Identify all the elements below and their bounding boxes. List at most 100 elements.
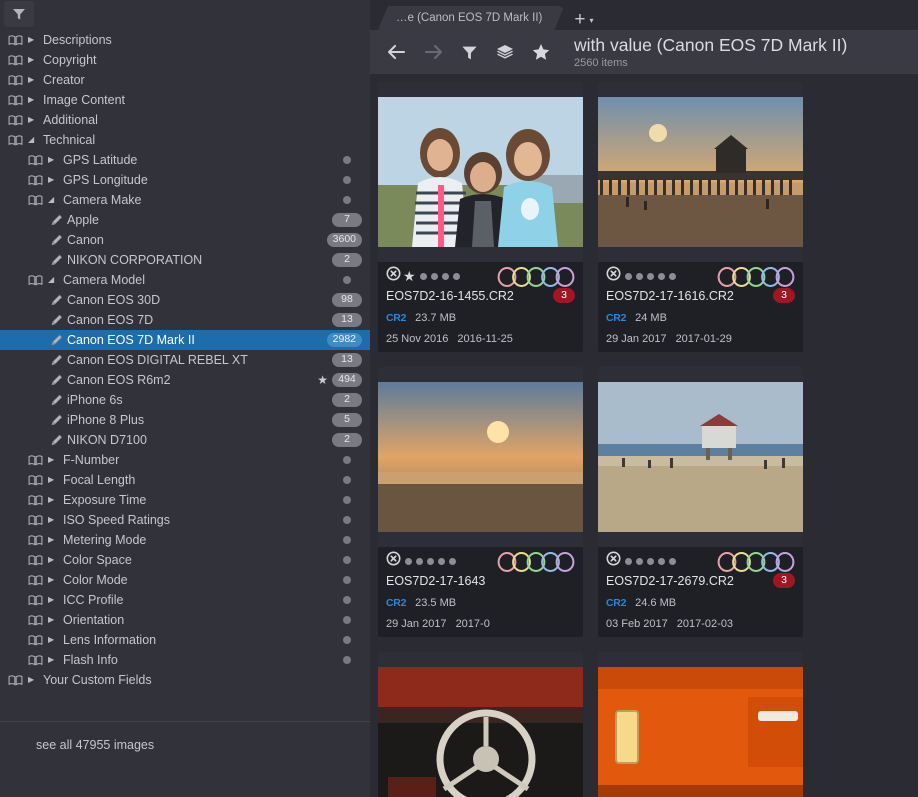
triangle-right-icon[interactable]: ▶ bbox=[48, 496, 58, 504]
chevron-down-icon[interactable]: ▾ bbox=[589, 16, 593, 25]
tree-item-technical[interactable]: ◢ Technical bbox=[0, 130, 370, 150]
triangle-right-icon[interactable]: ▶ bbox=[48, 456, 58, 464]
rating-dot[interactable] bbox=[438, 557, 445, 565]
rating-dot[interactable] bbox=[647, 272, 654, 280]
tree-item-exposure-time[interactable]: ▶ Exposure Time bbox=[0, 490, 370, 510]
star-button[interactable] bbox=[524, 35, 558, 69]
tree-item-metering-mode[interactable]: ▶ Metering Mode bbox=[0, 530, 370, 550]
star-icon[interactable]: ★ bbox=[403, 269, 416, 283]
tree-item-nikon-d7100[interactable]: NIKON D7100 2 bbox=[0, 430, 370, 450]
triangle-right-icon[interactable]: ▶ bbox=[48, 176, 58, 184]
tree-item-orientation[interactable]: ▶ Orientation bbox=[0, 610, 370, 630]
triangle-right-icon[interactable]: ▶ bbox=[48, 536, 58, 544]
thumbnail-card[interactable]: EOS7D2-17-1616.CR2 3 CR2 24 MB 29 Jan 2017 20… bbox=[598, 82, 803, 352]
tree-item-flash-info[interactable]: ▶ Flash Info bbox=[0, 650, 370, 670]
triangle-right-icon[interactable]: ▶ bbox=[28, 56, 38, 64]
tree-item-additional[interactable]: ▶ Additional bbox=[0, 110, 370, 130]
version-count-badge[interactable]: 3 bbox=[553, 288, 575, 303]
rating-control[interactable] bbox=[386, 551, 456, 571]
tab-active[interactable]: …e (Canon EOS 7D Mark II) bbox=[378, 6, 564, 30]
thumbnail-image[interactable] bbox=[598, 367, 803, 547]
thumbnail-card[interactable]: EOS7D2-17-1643 CR2 23.5 MB 29 Jan 2017 2017-… bbox=[378, 367, 583, 637]
thumbnail-image[interactable] bbox=[378, 652, 583, 797]
thumbnail-card[interactable]: ★ EOS7D2-16-1455.CR2 3 CR2 23.7 MB 25 Nov 201… bbox=[378, 82, 583, 352]
rating-dot[interactable] bbox=[430, 272, 438, 280]
thumbnail-image[interactable] bbox=[378, 82, 583, 262]
circle-x-icon[interactable] bbox=[386, 266, 401, 286]
triangle-right-icon[interactable]: ▶ bbox=[28, 36, 38, 44]
tree-item-iso-speed-ratings[interactable]: ▶ ISO Speed Ratings bbox=[0, 510, 370, 530]
rating-dot[interactable] bbox=[427, 557, 434, 565]
tree-item-canon-eos-7d-mark-ii[interactable]: Canon EOS 7D Mark II 2982 bbox=[0, 330, 370, 350]
rating-dot[interactable] bbox=[405, 557, 412, 565]
version-count-badge[interactable]: 3 bbox=[773, 288, 795, 303]
layers-button[interactable] bbox=[488, 35, 522, 69]
back-button[interactable] bbox=[380, 35, 414, 69]
rating-dot[interactable] bbox=[658, 557, 665, 565]
tree-item-lens-information[interactable]: ▶ Lens Information bbox=[0, 630, 370, 650]
tree-item-color-space[interactable]: ▶ Color Space bbox=[0, 550, 370, 570]
rating-row[interactable] bbox=[606, 266, 795, 287]
triangle-right-icon[interactable]: ▶ bbox=[48, 516, 58, 524]
tree-item-apple[interactable]: Apple 7 bbox=[0, 210, 370, 230]
circle-x-icon[interactable] bbox=[606, 266, 621, 286]
circle-x-icon[interactable] bbox=[606, 551, 621, 571]
tree-item-focal-length[interactable]: ▶ Focal Length bbox=[0, 470, 370, 490]
thumbnail-image[interactable] bbox=[598, 82, 803, 262]
rating-dot[interactable] bbox=[669, 557, 676, 565]
new-tab-control[interactable]: + ▾ bbox=[574, 10, 593, 29]
tree-item-nikon-corporation[interactable]: NIKON CORPORATION 2 bbox=[0, 250, 370, 270]
triangle-right-icon[interactable]: ▶ bbox=[28, 96, 38, 104]
triangle-right-icon[interactable]: ▶ bbox=[28, 676, 38, 684]
triangle-right-icon[interactable]: ▶ bbox=[48, 596, 58, 604]
rating-dot[interactable] bbox=[416, 557, 423, 565]
plus-icon[interactable]: + bbox=[574, 10, 585, 29]
rating-row[interactable]: ★ bbox=[386, 266, 575, 287]
tree-item-canon[interactable]: Canon 3600 bbox=[0, 230, 370, 250]
version-count-badge[interactable]: 3 bbox=[773, 573, 795, 588]
tree-item-your-custom-fields[interactable]: ▶ Your Custom Fields bbox=[0, 670, 370, 690]
thumbnail-card[interactable]: EOS7D2-17-2679.CR2 3 CR2 24.6 MB 03 Feb 2017… bbox=[598, 367, 803, 637]
rating-dot[interactable] bbox=[452, 272, 460, 280]
thumbnail-grid-wrapper[interactable]: ★ EOS7D2-16-1455.CR2 3 CR2 23.7 MB 25 Nov 201… bbox=[370, 74, 918, 797]
triangle-down-icon[interactable]: ◢ bbox=[48, 196, 58, 204]
thumbnail-card[interactable]: EOS7D2-17-3284CR226.2 MB06 Feb 20172017-… bbox=[598, 652, 803, 797]
triangle-right-icon[interactable]: ▶ bbox=[28, 76, 38, 84]
see-all-images-link[interactable]: see all 47955 images bbox=[36, 738, 154, 752]
rating-dot[interactable] bbox=[636, 557, 643, 565]
rating-dot[interactable] bbox=[625, 557, 632, 565]
rating-control[interactable]: ★ bbox=[386, 266, 460, 286]
thumbnail-grid[interactable]: ★ EOS7D2-16-1455.CR2 3 CR2 23.7 MB 25 Nov 201… bbox=[378, 82, 918, 797]
color-label-rings[interactable] bbox=[497, 552, 575, 577]
tree-item-descriptions[interactable]: ▶ Descriptions bbox=[0, 30, 370, 50]
triangle-down-icon[interactable]: ◢ bbox=[48, 276, 58, 284]
rating-dot[interactable] bbox=[669, 272, 676, 280]
rating-control[interactable] bbox=[606, 266, 676, 286]
rating-dot[interactable] bbox=[419, 272, 427, 280]
tree-item-iphone-8-plus[interactable]: iPhone 8 Plus 5 bbox=[0, 410, 370, 430]
triangle-right-icon[interactable]: ▶ bbox=[48, 636, 58, 644]
rating-dot[interactable] bbox=[441, 272, 449, 280]
tree-item-canon-eos-digital-rebel-xt[interactable]: Canon EOS DIGITAL REBEL XT 13 bbox=[0, 350, 370, 370]
forward-button[interactable] bbox=[416, 35, 450, 69]
triangle-right-icon[interactable]: ▶ bbox=[48, 576, 58, 584]
tree-item-camera-model[interactable]: ◢ Camera Model bbox=[0, 270, 370, 290]
rating-dot[interactable] bbox=[625, 272, 632, 280]
triangle-right-icon[interactable]: ▶ bbox=[48, 556, 58, 564]
rating-dot[interactable] bbox=[636, 272, 643, 280]
rating-dot[interactable] bbox=[647, 557, 654, 565]
filter-icon[interactable] bbox=[4, 1, 34, 27]
tree-item-creator[interactable]: ▶ Creator bbox=[0, 70, 370, 90]
tree-item-gps-longitude[interactable]: ▶ GPS Longitude bbox=[0, 170, 370, 190]
tree-item-copyright[interactable]: ▶ Copyright bbox=[0, 50, 370, 70]
thumbnail-image[interactable] bbox=[378, 367, 583, 547]
triangle-right-icon[interactable]: ▶ bbox=[28, 116, 38, 124]
rating-dot[interactable] bbox=[658, 272, 665, 280]
tree-item-f-number[interactable]: ▶ F-Number bbox=[0, 450, 370, 470]
filter-button[interactable] bbox=[452, 35, 486, 69]
thumbnail-image[interactable] bbox=[598, 652, 803, 797]
tree-item-image-content[interactable]: ▶ Image Content bbox=[0, 90, 370, 110]
tree-item-canon-eos-7d[interactable]: Canon EOS 7D 13 bbox=[0, 310, 370, 330]
rating-row[interactable] bbox=[606, 551, 795, 572]
thumbnail-card[interactable]: EOS7D2-17-3278.CR24CR225.2 MB06 Feb 2017… bbox=[378, 652, 583, 797]
